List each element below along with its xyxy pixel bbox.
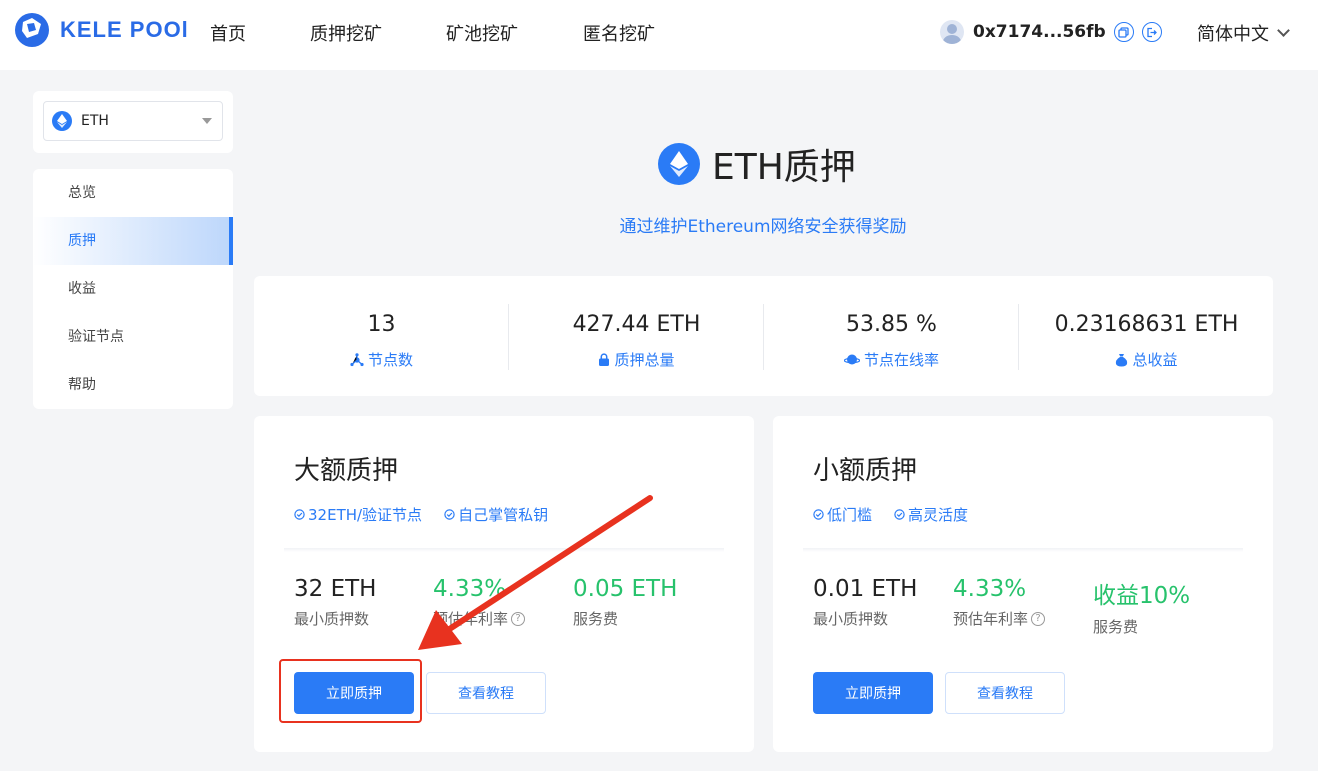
language-label: 简体中文 — [1197, 24, 1269, 45]
check-circle-icon — [894, 509, 905, 520]
sidebar-item-earnings[interactable]: 收益 — [33, 265, 233, 313]
metric-apr: 4.33% 预估年利率? — [953, 576, 1046, 629]
help-icon[interactable]: ? — [1031, 611, 1046, 626]
nav-home[interactable]: 首页 — [210, 20, 246, 46]
sidebar-item-overview[interactable]: 总览 — [33, 169, 233, 217]
metric-value: 32 ETH — [294, 576, 377, 602]
check-circle-icon — [444, 509, 455, 520]
nav-pool-mining[interactable]: 矿池挖矿 — [446, 20, 518, 46]
view-tutorial-button[interactable]: 查看教程 — [426, 672, 546, 714]
lock-icon — [599, 353, 610, 366]
stat-label: 节点数 — [367, 351, 413, 369]
avatar — [940, 20, 964, 44]
stat-value: 53.85 % — [846, 312, 937, 337]
page-title-text: ETH质押 — [712, 147, 856, 188]
metric-service-fee: 收益10% 服务费 — [1093, 576, 1190, 637]
view-tutorial-button[interactable]: 查看教程 — [945, 672, 1065, 714]
stat-total-earnings: 0.23168631 ETH 总收益 — [1019, 276, 1274, 396]
kele-logo-icon — [15, 13, 49, 47]
stat-total-staked: 427.44 ETH 质押总量 — [509, 276, 764, 396]
metric-service-fee: 0.05 ETH 服务费 — [573, 576, 677, 629]
card-tags: 32ETH/验证节点 自己掌管私钥 — [294, 504, 570, 525]
logout-icon[interactable] — [1141, 22, 1162, 42]
metric-apr: 4.33% 预估年利率? — [433, 576, 526, 629]
top-header: KELE POOl 首页 质押挖矿 矿池挖矿 匿名挖矿 0x7174...56f… — [0, 0, 1318, 70]
feature-tag: 32ETH/验证节点 — [294, 504, 422, 525]
stat-label: 质押总量 — [614, 351, 675, 369]
check-circle-icon — [294, 509, 305, 520]
metric-label: 服务费 — [573, 610, 619, 628]
feature-tag: 高灵活度 — [894, 504, 968, 525]
divider — [284, 548, 724, 552]
check-circle-icon — [813, 509, 824, 520]
card-title: 小额质押 — [813, 456, 918, 486]
feature-tag: 低门槛 — [813, 504, 872, 525]
page-title: ETH质押 — [658, 138, 856, 190]
stat-node-count: 13 节点数 — [254, 276, 509, 396]
wallet-info: 0x7174...56fb — [940, 18, 1162, 46]
metric-label: 最小质押数 — [813, 610, 889, 628]
feature-tag: 自己掌管私钥 — [444, 504, 548, 525]
chevron-down-icon — [1277, 24, 1290, 37]
metric-value: 4.33% — [953, 576, 1027, 602]
stat-label: 节点在线率 — [863, 351, 939, 369]
sidebar-item-validators[interactable]: 验证节点 — [33, 313, 233, 361]
language-selector[interactable]: 简体中文 — [1197, 20, 1290, 46]
metric-value: 4.33% — [433, 576, 507, 602]
sidebar-menu: 总览 质押 收益 验证节点 帮助 — [33, 169, 233, 409]
card-title: 大额质押 — [294, 456, 399, 486]
metric-value: 0.01 ETH — [813, 576, 918, 602]
coin-select-panel: ETH — [33, 91, 233, 153]
page-subtitle: 通过维护Ethereum网络安全获得奖励 — [619, 217, 907, 237]
small-staking-card: 小额质押 低门槛 高灵活度 0.01 ETH 最小质押数 4.33% 预估年利率… — [773, 416, 1273, 752]
metric-value: 收益10% — [1093, 583, 1191, 609]
metric-label: 预估年利率 — [953, 610, 1029, 628]
eth-icon — [658, 143, 700, 185]
money-bag-icon — [1116, 353, 1128, 366]
eth-icon — [52, 111, 72, 131]
stat-value: 13 — [367, 312, 396, 337]
copy-icon[interactable] — [1113, 22, 1134, 42]
help-icon[interactable]: ? — [511, 611, 526, 626]
caret-down-icon — [202, 118, 212, 124]
brand-logo[interactable]: KELE POOl — [14, 12, 189, 48]
nodes-icon — [350, 352, 364, 366]
stat-value: 427.44 ETH — [572, 312, 701, 337]
brand-name: KELE POOl — [60, 17, 189, 42]
wallet-address: 0x7174...56fb — [973, 22, 1106, 42]
metric-label: 服务费 — [1093, 618, 1139, 636]
coin-select-value: ETH — [81, 113, 109, 129]
planet-icon — [843, 354, 860, 365]
metric-min-stake: 0.01 ETH 最小质押数 — [813, 576, 917, 629]
stake-now-button[interactable]: 立即质押 — [813, 672, 933, 714]
metric-value: 0.05 ETH — [573, 576, 678, 602]
metric-min-stake: 32 ETH 最小质押数 — [294, 576, 376, 629]
stat-value: 0.23168631 ETH — [1054, 312, 1239, 337]
metric-label: 预估年利率 — [433, 610, 509, 628]
divider — [803, 548, 1243, 552]
stats-panel: 13 节点数 427.44 ETH 质押总量 53.85 % 节点在线率 0.2… — [254, 276, 1273, 396]
sidebar-item-help[interactable]: 帮助 — [33, 361, 233, 409]
metric-label: 最小质押数 — [294, 610, 370, 628]
stat-label: 总收益 — [1132, 351, 1178, 369]
coin-select[interactable]: ETH — [43, 101, 223, 141]
annotation-highlight-box — [279, 659, 422, 723]
nav-anonymous-mining[interactable]: 匿名挖矿 — [583, 20, 655, 46]
nav-staking-mining[interactable]: 质押挖矿 — [310, 20, 382, 46]
card-tags: 低门槛 高灵活度 — [813, 504, 990, 525]
stat-online-rate: 53.85 % 节点在线率 — [764, 276, 1019, 396]
